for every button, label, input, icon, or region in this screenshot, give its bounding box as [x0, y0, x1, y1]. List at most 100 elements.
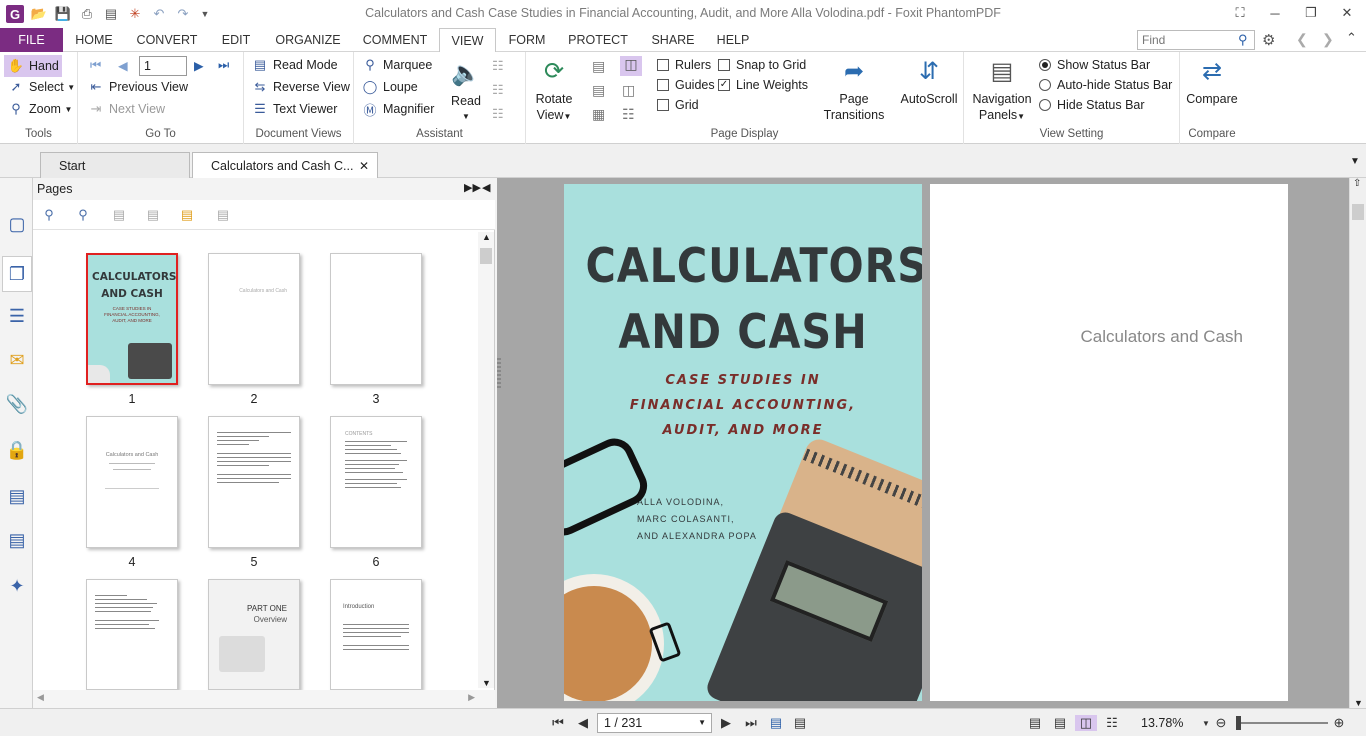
tab-comment[interactable]: COMMENT [358, 28, 432, 52]
first-page-icon[interactable]: ⏮ [550, 715, 566, 731]
tab-file[interactable]: FILE [0, 28, 63, 52]
settings-icon[interactable]: ⚙ [1262, 31, 1275, 49]
page-navigation-field[interactable]: 1 / 231 ▼ [597, 713, 712, 733]
hand-tool-button[interactable]: ✋ Hand [4, 55, 62, 77]
tab-form[interactable]: FORM [502, 28, 552, 52]
page-number-input[interactable]: 1 [139, 56, 187, 76]
previous-page-icon[interactable]: ◀ [118, 58, 128, 73]
tab-organize[interactable]: ORGANIZE [270, 28, 346, 52]
page-thumbnail-5[interactable] [208, 416, 300, 548]
page-thumbnail-3[interactable] [330, 253, 422, 385]
read-mode-button[interactable]: ▤ Read Mode [252, 57, 338, 73]
autohide-status-bar-radio[interactable]: Auto-hide Status Bar [1039, 78, 1172, 92]
page-transitions-button[interactable]: ➦ Page Transitions [818, 56, 890, 123]
scroll-right-icon[interactable]: ▶ [468, 692, 475, 703]
page-thumbnail-7[interactable] [86, 579, 178, 690]
next-view-button[interactable]: ⇥ Next View [88, 101, 166, 117]
insert-page-icon[interactable]: ▤ [111, 207, 127, 223]
last-page-icon[interactable]: ⏭ [218, 58, 229, 73]
separate-cover-icon[interactable]: ▦ [592, 106, 605, 123]
text-viewer-button[interactable]: ☰ Text Viewer [252, 101, 337, 117]
compare-button[interactable]: ⇄ Compare [1184, 56, 1240, 107]
restore-button[interactable]: ❐ [1296, 2, 1326, 24]
read-options-icon[interactable]: ☷ [492, 58, 504, 74]
magnifier-button[interactable]: Ⓜ Magnifier [362, 101, 434, 118]
pages-panel-icon[interactable]: ❐ [2, 256, 32, 292]
prev-arrow-icon[interactable]: ❮ [1296, 31, 1308, 48]
previous-view-icon[interactable]: ▤ [768, 715, 784, 731]
read-button[interactable]: 🔈 Read ▼ [450, 58, 482, 125]
single-page-icon[interactable]: ▤ [592, 58, 605, 75]
grid-checkbox[interactable]: Grid [657, 98, 699, 112]
tab-list-dropdown-icon[interactable]: ▼ [1350, 156, 1360, 167]
zoom-dropdown-icon[interactable]: ▼ [1198, 715, 1214, 731]
previous-view-button[interactable]: ⇤ Previous View [88, 79, 188, 95]
close-tab-icon[interactable]: ✕ [359, 153, 369, 179]
split-icon[interactable]: ☷ [622, 106, 635, 123]
snap-to-grid-checkbox[interactable]: Snap to Grid [718, 58, 806, 72]
show-status-bar-radio[interactable]: Show Status Bar [1039, 58, 1150, 72]
tab-current-document[interactable]: Calculators and Cash C... ✕ [192, 152, 378, 178]
scroll-left-icon[interactable]: ◀ [37, 692, 44, 703]
signatures-icon[interactable]: ▤ [5, 484, 29, 508]
scrollbar-thumb[interactable] [480, 248, 492, 264]
next-page-icon[interactable]: ▶ [194, 58, 204, 73]
collapse-panel-icon[interactable]: ◀ [482, 181, 490, 194]
bookmarks-icon[interactable]: ▢ [5, 212, 29, 236]
navigation-panels-button[interactable]: ▤ Navigation Panels▼ [970, 56, 1034, 125]
guides-checkbox[interactable]: Guides [657, 78, 715, 92]
panel-splitter-handle[interactable] [497, 358, 501, 388]
tab-protect[interactable]: PROTECT [562, 28, 634, 52]
hide-status-bar-radio[interactable]: Hide Status Bar [1039, 98, 1145, 112]
zoom-slider-track[interactable] [1236, 722, 1328, 724]
page-thumbnail-8[interactable]: PART ONE Overview [208, 579, 300, 690]
fullscreen-icon[interactable]: ⛶ [1225, 2, 1255, 24]
first-page-icon[interactable]: ⏮ [90, 58, 101, 73]
tab-share[interactable]: SHARE [644, 28, 702, 52]
tab-view[interactable]: VIEW [439, 28, 496, 53]
rotate-page-icon[interactable]: ▤ [179, 207, 195, 223]
document-viewer[interactable]: CALCULATORS AND CASH CASE STUDIES IN FIN… [497, 178, 1349, 708]
select-tool-button[interactable]: ➚ Select ▼ [8, 79, 76, 95]
delete-page-icon[interactable]: ▤ [215, 207, 231, 223]
facing-icon[interactable]: ◫ [620, 56, 642, 76]
scroll-down-icon[interactable]: ▼ [482, 678, 491, 688]
previous-page-icon[interactable]: ◀ [575, 715, 591, 731]
page-thumbnail-2[interactable]: Calculators and Cash [208, 253, 300, 385]
zoom-out-thumbnail-icon[interactable]: ⚲ [75, 207, 91, 223]
chevron-down-icon[interactable]: ▼ [698, 718, 706, 727]
next-page-icon[interactable]: ▶ [718, 715, 734, 731]
marquee-button[interactable]: ⚲ Marquee [362, 57, 432, 73]
scrollbar-thumb[interactable] [1352, 204, 1364, 220]
last-page-icon[interactable]: ⏭ [743, 715, 759, 731]
page-thumbnail-4[interactable]: Calculators and Cash [86, 416, 178, 548]
loupe-button[interactable]: ◯ Loupe [362, 79, 418, 95]
zoom-in-thumbnail-icon[interactable]: ⚲ [41, 207, 57, 223]
continuous-facing-view-icon[interactable]: ☷ [1104, 715, 1120, 731]
continuous-facing-icon[interactable]: ◫ [622, 82, 635, 99]
attachments-icon[interactable]: 📎 [5, 392, 29, 416]
scroll-down-icon[interactable]: ▼ [1354, 698, 1363, 708]
continuous-view-icon[interactable]: ▤ [1052, 715, 1068, 731]
zoom-out-icon[interactable]: ⊖ [1213, 715, 1229, 731]
collapse-ribbon-icon[interactable]: ⌃ [1346, 30, 1357, 46]
zoom-in-icon[interactable]: ⊕ [1331, 715, 1347, 731]
line-weights-checkbox[interactable]: ✓ Line Weights [718, 78, 808, 92]
single-page-view-icon[interactable]: ▤ [1027, 715, 1043, 731]
thumbnails-vertical-scrollbar[interactable]: ▲ ▼ [478, 232, 494, 688]
scroll-up-icon[interactable]: ⇧ [1353, 178, 1361, 189]
thumbnails-horizontal-scrollbar[interactable]: ◀ ▶ [33, 690, 495, 708]
next-view-icon[interactable]: ▤ [792, 715, 808, 731]
rulers-checkbox[interactable]: Rulers [657, 58, 711, 72]
tab-convert[interactable]: CONVERT [132, 28, 202, 52]
search-icon[interactable]: ⚲ [1238, 32, 1248, 48]
layers-icon[interactable]: ☰ [5, 304, 29, 328]
certificate-icon[interactable]: ✦ [5, 574, 29, 598]
page-thumbnail-1[interactable]: CALCULATORS AND CASH CASE STUDIES IN FIN… [86, 253, 178, 385]
facing-view-icon[interactable]: ◫ [1075, 715, 1097, 731]
read-speed-icon[interactable]: ☷ [492, 82, 504, 98]
tab-start[interactable]: Start [40, 152, 190, 178]
minimize-button[interactable]: ─ [1260, 2, 1290, 24]
content-icon[interactable]: ▤ [5, 528, 29, 552]
expand-panel-icon[interactable]: ▶▶ [464, 181, 481, 194]
